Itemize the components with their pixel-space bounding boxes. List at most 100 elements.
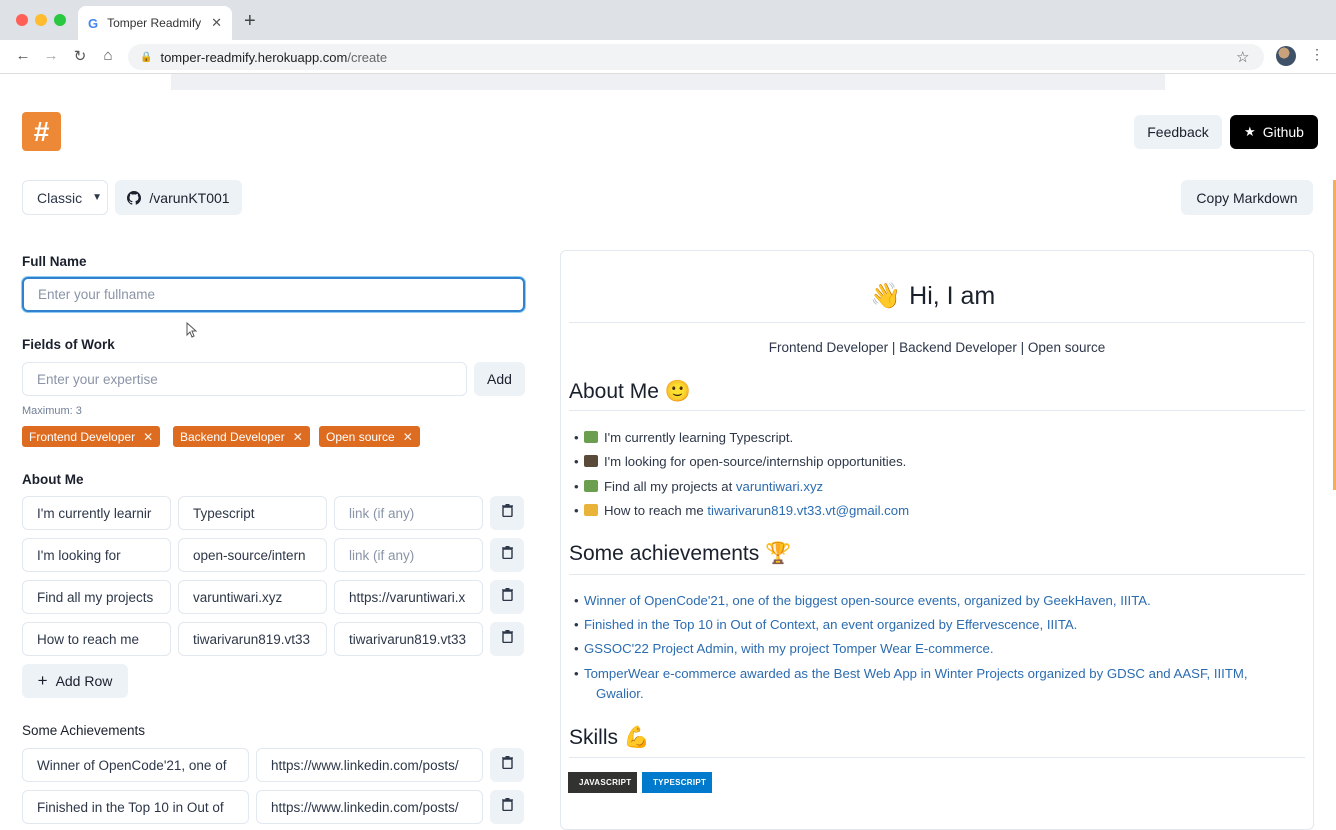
preview-title-text: Hi, I am	[909, 282, 996, 310]
fullname-input[interactable]: Enter your fullname	[22, 277, 525, 312]
folder-icon	[584, 480, 598, 492]
github-user-label: /varunKT001	[149, 189, 230, 206]
about-item: Find all my projects at varuntiwari.xyz	[574, 479, 823, 494]
about-value-input[interactable]: varuntiwari.xyz	[178, 580, 327, 614]
about-text-input[interactable]: How to reach me	[22, 622, 171, 656]
url-domain: tomper-readmify.herokuapp.com	[160, 49, 348, 65]
copy-markdown-button[interactable]: Copy Markdown	[1181, 180, 1313, 215]
close-tab-icon[interactable]: ✕	[211, 15, 222, 31]
projects-link[interactable]: varuntiwari.xyz	[736, 479, 823, 494]
divider	[569, 410, 1305, 411]
home-icon[interactable]: ⌂	[99, 47, 117, 64]
divider	[569, 322, 1305, 323]
template-select-value: Classic	[37, 189, 83, 206]
achievement-item-continued[interactable]: Gwalior.	[596, 686, 644, 701]
back-icon[interactable]: ←	[14, 47, 32, 64]
tag-label: Backend Developer	[180, 429, 285, 444]
fullname-label: Full Name	[22, 254, 87, 269]
flexed-biceps-icon: 💪	[623, 726, 651, 749]
about-link-input[interactable]: link (if any)	[334, 496, 483, 530]
about-text-input[interactable]: I'm currently learnir	[22, 496, 171, 530]
template-select[interactable]: Classic ▼	[22, 180, 108, 215]
reload-icon[interactable]: ↻	[71, 47, 89, 65]
typescript-badge-label: TYPESCRIPT	[653, 778, 707, 787]
fields-of-work-label: Fields of Work	[22, 337, 115, 352]
trash-icon	[501, 798, 513, 816]
github-icon	[127, 190, 142, 205]
github-button[interactable]: ★ Github	[1230, 115, 1318, 149]
tab-title: Tomper Readmify	[107, 16, 202, 30]
achievement-item[interactable]: Winner of OpenCode'21, one of the bigges…	[574, 593, 1151, 608]
trash-icon	[501, 546, 513, 564]
about-link-input[interactable]: link (if any)	[334, 538, 483, 572]
delete-row-button[interactable]	[490, 790, 524, 824]
about-item-text: I'm currently learning Typescript.	[604, 430, 794, 445]
remove-tag-icon[interactable]: ✕	[143, 430, 153, 444]
achievement-item[interactable]: TomperWear e-commerce awarded as the Bes…	[574, 666, 1248, 681]
books-icon	[584, 431, 598, 443]
chevron-down-icon: ▼	[92, 192, 103, 203]
tag-frontend: Frontend Developer ✕	[22, 426, 161, 447]
url-path: /create	[347, 49, 388, 65]
trash-icon	[501, 756, 513, 774]
preview-title: 👋 Hi, I am	[870, 282, 995, 311]
preview-achievements-heading: Some achievements 🏆	[569, 542, 791, 566]
achievement-item[interactable]: Finished in the Top 10 in Out of Context…	[574, 617, 1077, 632]
javascript-badge-label: JAVASCRIPT	[579, 778, 632, 787]
delete-row-button[interactable]	[490, 748, 524, 782]
new-tab-icon[interactable]: +	[244, 10, 256, 33]
browser-tabbar: G Tomper Readmify ✕ +	[0, 0, 1336, 40]
email-link[interactable]: tiwarivarun819.vt33.vt@gmail.com	[707, 503, 909, 518]
trash-icon	[501, 630, 513, 648]
address-bar[interactable]: 🔒 tomper-readmify.herokuapp.com/create	[128, 44, 1264, 70]
about-value-input[interactable]: Typescript	[178, 496, 327, 530]
achievement-link-input[interactable]: https://www.linkedin.com/posts/	[256, 790, 483, 824]
tag-backend: Backend Developer ✕	[173, 426, 310, 447]
preview-skills-heading: Skills 💪	[569, 726, 650, 750]
about-link-input[interactable]: tiwarivarun819.vt33	[334, 622, 483, 656]
javascript-badge: JAVASCRIPT	[568, 772, 637, 793]
about-text-input[interactable]: Find all my projects	[22, 580, 171, 614]
delete-row-button[interactable]	[490, 622, 524, 656]
delete-row-button[interactable]	[490, 580, 524, 614]
achievement-item[interactable]: GSSOC'22 Project Admin, with my project …	[574, 641, 994, 656]
about-item-text: How to reach me	[604, 503, 708, 518]
browser-tab[interactable]: G Tomper Readmify ✕	[78, 6, 232, 40]
about-value-input[interactable]: tiwarivarun819.vt33	[178, 622, 327, 656]
about-me-label: About Me	[22, 472, 84, 487]
divider	[569, 574, 1305, 575]
trash-icon	[501, 504, 513, 522]
achievement-text-input[interactable]: Winner of OpenCode'21, one of	[22, 748, 249, 782]
close-window-button[interactable]	[16, 14, 28, 26]
about-link-input[interactable]: https://varuntiwari.x	[334, 580, 483, 614]
browser-menu-icon[interactable]: ⋮	[1310, 46, 1324, 63]
preview-about-heading: About Me 🙂	[569, 380, 691, 404]
forward-icon[interactable]: →	[42, 47, 60, 64]
delete-row-button[interactable]	[490, 496, 524, 530]
achievement-text-input[interactable]: Finished in the Top 10 in Out of	[22, 790, 249, 824]
profile-avatar[interactable]	[1276, 46, 1296, 66]
tag-label: Open source	[326, 429, 395, 444]
remove-tag-icon[interactable]: ✕	[403, 430, 413, 444]
about-value-input[interactable]: open-source/intern	[178, 538, 327, 572]
achievements-label: Some Achievements	[22, 723, 146, 738]
github-user-button[interactable]: /varunKT001	[115, 180, 242, 215]
feedback-button[interactable]: Feedback	[1134, 115, 1222, 149]
expertise-input[interactable]: Enter your expertise	[22, 362, 467, 396]
google-icon: G	[88, 15, 99, 31]
divider	[569, 757, 1305, 758]
bookmark-star-icon[interactable]: ☆	[1236, 48, 1249, 66]
achievements-heading-text: Some achievements	[569, 542, 760, 565]
page-scroll-strip	[171, 74, 1165, 90]
add-expertise-button[interactable]: Add	[474, 362, 525, 396]
delete-row-button[interactable]	[490, 538, 524, 572]
about-heading-text: About Me	[569, 380, 659, 403]
minimize-window-button[interactable]	[35, 14, 47, 26]
add-row-button[interactable]: + Add Row	[22, 664, 128, 698]
app-logo[interactable]: #	[22, 112, 61, 151]
maximize-window-button[interactable]	[54, 14, 66, 26]
about-text-input[interactable]: I'm looking for	[22, 538, 171, 572]
remove-tag-icon[interactable]: ✕	[293, 430, 303, 444]
trash-icon	[501, 588, 513, 606]
achievement-link-input[interactable]: https://www.linkedin.com/posts/	[256, 748, 483, 782]
